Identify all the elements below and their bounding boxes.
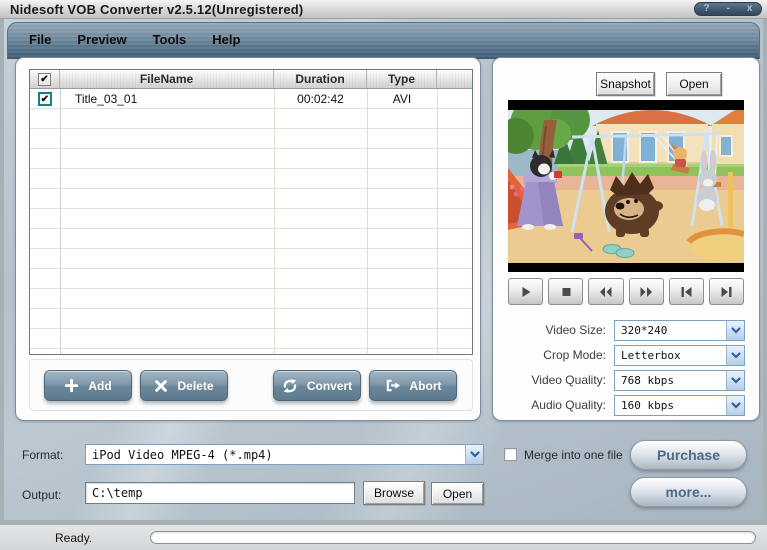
video-quality-label: Video Quality: (531, 373, 607, 387)
format-label: Format: (22, 448, 64, 462)
column-divider (367, 89, 368, 354)
purchase-button[interactable]: Purchase (630, 440, 747, 470)
column-header-filename[interactable]: FileName (60, 70, 274, 88)
title-bar: Nidesoft VOB Converter v2.5.12(Unregiste… (0, 0, 767, 19)
video-size-select[interactable]: 320*240 (614, 320, 745, 341)
crop-mode-row: Crop Mode: Letterbox (493, 345, 761, 366)
convert-arrows-icon (283, 378, 297, 393)
fast-forward-icon (640, 286, 652, 297)
convert-button[interactable]: Convert (273, 370, 361, 401)
more-button[interactable]: more... (630, 477, 747, 507)
menu-bar: File Preview Tools Help (7, 22, 760, 59)
exit-arrow-icon (386, 379, 400, 392)
window-controls: ? - x (694, 2, 762, 16)
video-size-row: Video Size: 320*240 (493, 320, 761, 341)
chevron-down-icon[interactable] (726, 346, 744, 365)
column-divider (437, 89, 438, 354)
status-bar: Ready. (0, 524, 767, 550)
snapshot-button[interactable]: Snapshot (596, 72, 655, 96)
stop-icon (562, 287, 571, 296)
open-preview-button[interactable]: Open (666, 72, 722, 96)
video-quality-select[interactable]: 768 kbps (614, 370, 745, 391)
chevron-down-icon[interactable] (726, 321, 744, 340)
merge-label: Merge into one file (524, 448, 623, 462)
x-icon (155, 379, 168, 392)
output-path-input[interactable]: C:\temp (85, 482, 355, 504)
video-preview (508, 100, 744, 272)
window-title: Nidesoft VOB Converter v2.5.12(Unregiste… (10, 2, 304, 17)
play-button[interactable] (508, 278, 544, 305)
menu-file[interactable]: File (29, 32, 51, 47)
output-label: Output: (22, 488, 62, 502)
chevron-down-icon[interactable] (726, 371, 744, 390)
file-list-panel: ✔ FileName Duration Type ✔ Title_03_01 0… (15, 57, 481, 421)
previous-icon (681, 286, 692, 297)
column-divider (60, 89, 61, 354)
video-quality-row: Video Quality: 768 kbps (493, 370, 761, 391)
cell-type: AVI (392, 92, 412, 106)
row-checkbox[interactable]: ✔ (38, 92, 52, 106)
play-icon (522, 286, 531, 297)
menu-help[interactable]: Help (212, 32, 240, 47)
cell-duration: 00:02:42 (297, 92, 344, 106)
add-label: Add (88, 378, 112, 393)
format-select[interactable]: iPod Video MPEG-4 (*.mp4) (85, 444, 484, 465)
rewind-button[interactable] (588, 278, 624, 305)
table-row[interactable]: ✔ Title_03_01 00:02:42 AVI (30, 89, 472, 109)
column-header-spacer (437, 70, 472, 88)
add-button[interactable]: Add (44, 370, 132, 401)
status-text: Ready. (55, 531, 93, 545)
column-header-duration[interactable]: Duration (274, 70, 367, 88)
merge-checkbox[interactable] (504, 448, 517, 461)
next-icon (721, 286, 732, 297)
open-output-button[interactable]: Open (431, 482, 484, 505)
app-window: Nidesoft VOB Converter v2.5.12(Unregiste… (0, 0, 767, 550)
audio-quality-value: 160 kbps (621, 399, 674, 412)
audio-quality-select[interactable]: 160 kbps (614, 395, 745, 416)
audio-quality-row: Audio Quality: 160 kbps (493, 395, 761, 416)
preview-panel: Snapshot Open Video Size: 320*240 Crop M… (492, 57, 760, 421)
crop-mode-value: Letterbox (621, 349, 681, 362)
convert-label: Convert (306, 378, 353, 393)
progress-bar (150, 531, 756, 544)
file-table: ✔ FileName Duration Type ✔ Title_03_01 0… (29, 69, 473, 355)
close-icon[interactable]: x (747, 3, 753, 15)
chevron-down-icon[interactable] (726, 396, 744, 415)
column-header-type[interactable]: Type (367, 70, 437, 88)
cell-filename: Title_03_01 (75, 92, 138, 106)
next-button[interactable] (708, 278, 745, 305)
rewind-icon (600, 286, 612, 297)
abort-label: Abort (409, 378, 442, 393)
menu-tools[interactable]: Tools (153, 32, 187, 47)
file-table-header: ✔ FileName Duration Type (30, 70, 472, 89)
fast-forward-button[interactable] (628, 278, 664, 305)
plus-icon (65, 378, 79, 393)
column-divider (274, 89, 275, 354)
actions-toolbar: Add Delete Convert Abort (29, 359, 473, 411)
video-size-label: Video Size: (545, 323, 607, 337)
crop-mode-label: Crop Mode: (543, 348, 606, 362)
format-value: iPod Video MPEG-4 (*.mp4) (92, 447, 273, 462)
browse-button[interactable]: Browse (363, 481, 425, 505)
delete-button[interactable]: Delete (140, 370, 228, 401)
help-icon[interactable]: ? (703, 3, 709, 15)
video-frame-image (508, 110, 744, 263)
previous-button[interactable] (668, 278, 704, 305)
video-quality-value: 768 kbps (621, 374, 674, 387)
player-controls (508, 278, 745, 305)
minimize-icon[interactable]: - (727, 3, 730, 15)
abort-button[interactable]: Abort (369, 370, 457, 401)
file-table-body: ✔ Title_03_01 00:02:42 AVI (30, 89, 472, 354)
crop-mode-select[interactable]: Letterbox (614, 345, 745, 366)
chevron-down-icon[interactable] (465, 445, 483, 464)
select-all-checkbox[interactable]: ✔ (38, 72, 51, 86)
video-size-value: 320*240 (621, 324, 668, 337)
audio-quality-label: Audio Quality: (531, 398, 606, 412)
header-select-all[interactable]: ✔ (30, 70, 60, 88)
menu-preview[interactable]: Preview (77, 32, 126, 47)
stop-button[interactable] (548, 278, 584, 305)
delete-label: Delete (177, 378, 214, 393)
